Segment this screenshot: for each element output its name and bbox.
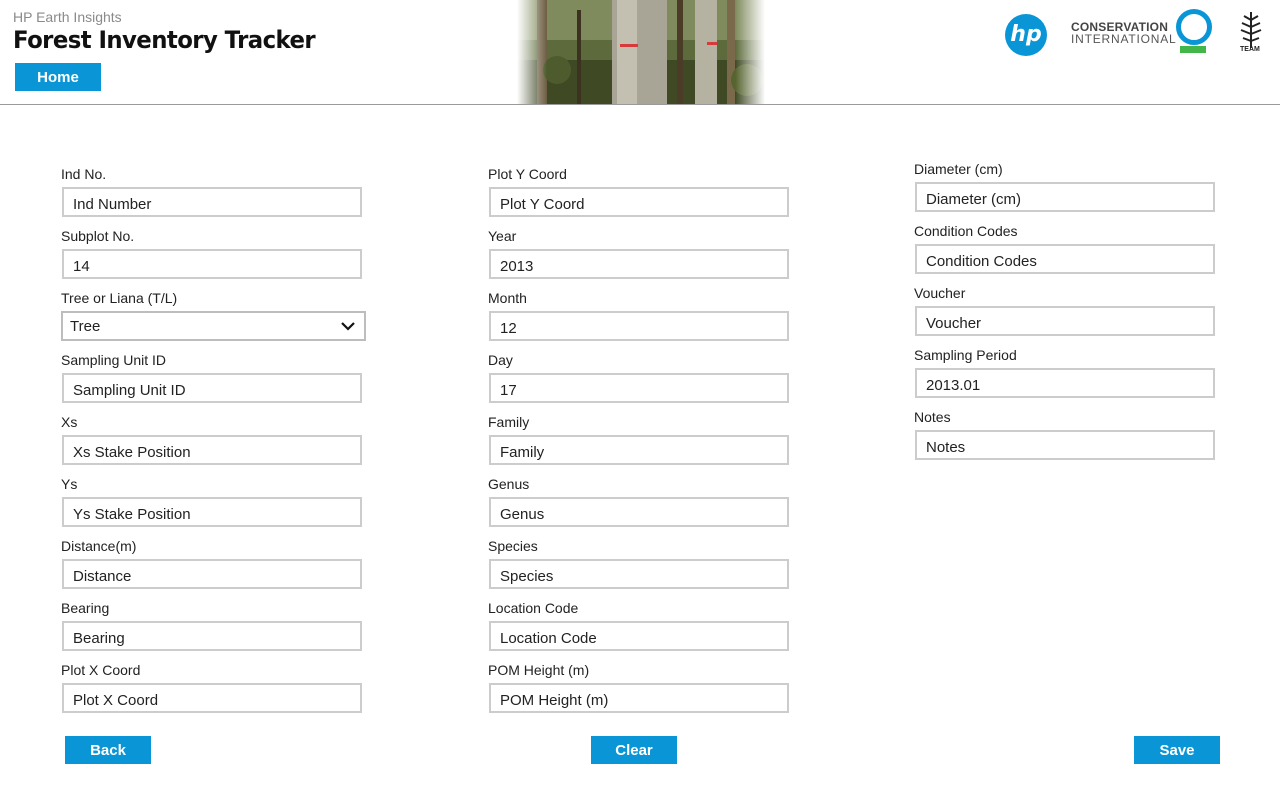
field-label: Plot X Coord bbox=[61, 662, 141, 678]
input-value: 2013 bbox=[500, 258, 534, 275]
input-value: Diameter (cm) bbox=[926, 191, 1022, 208]
text-input[interactable]: Location Code bbox=[489, 621, 789, 651]
field-label: POM Height (m) bbox=[488, 662, 590, 678]
app-header: HP Earth Insights Forest Inventory Track… bbox=[0, 0, 1280, 104]
input-value: 17 bbox=[500, 382, 517, 399]
field-label: Family bbox=[488, 414, 530, 430]
select-value: Tree bbox=[70, 318, 101, 335]
text-input[interactable]: Species bbox=[489, 559, 789, 589]
input-value: Distance bbox=[73, 568, 132, 585]
text-input[interactable]: 17 bbox=[489, 373, 789, 403]
text-input[interactable]: Diameter (cm) bbox=[915, 182, 1215, 212]
input-value: Bearing bbox=[73, 630, 125, 647]
field-label: Xs bbox=[61, 414, 78, 430]
text-input[interactable]: Family bbox=[489, 435, 789, 465]
input-value: Xs Stake Position bbox=[73, 444, 191, 461]
app-subtitle: HP Earth Insights bbox=[13, 9, 122, 25]
field-label: Genus bbox=[488, 476, 530, 492]
save-button[interactable]: Save bbox=[1134, 736, 1220, 764]
hp-logo-text: hp bbox=[1010, 22, 1042, 47]
text-input[interactable]: Ys Stake Position bbox=[62, 497, 362, 527]
field-label: Day bbox=[488, 352, 513, 368]
input-value: Sampling Unit ID bbox=[73, 382, 186, 399]
text-input[interactable]: 2013.01 bbox=[915, 368, 1215, 398]
input-value: Species bbox=[500, 568, 554, 585]
team-logo-text: TEAM bbox=[1240, 46, 1260, 53]
field-label: Ind No. bbox=[61, 166, 107, 182]
input-value: POM Height (m) bbox=[500, 692, 609, 709]
conservation-international-logo bbox=[1176, 9, 1212, 45]
text-input[interactable]: POM Height (m) bbox=[489, 683, 789, 713]
field-label: Condition Codes bbox=[914, 223, 1018, 239]
text-input[interactable]: Distance bbox=[62, 559, 362, 589]
text-input[interactable]: Notes bbox=[915, 430, 1215, 460]
field-label: Tree or Liana (T/L) bbox=[61, 290, 178, 306]
partner-name-line2: INTERNATIONAL bbox=[1071, 32, 1177, 46]
field-label: Ys bbox=[61, 476, 78, 492]
field-label: Subplot No. bbox=[61, 228, 135, 244]
text-input[interactable]: Genus bbox=[489, 497, 789, 527]
field-label: Notes bbox=[914, 409, 951, 425]
input-value: Plot X Coord bbox=[73, 692, 159, 709]
text-input[interactable]: Plot X Coord bbox=[62, 683, 362, 713]
header-divider bbox=[0, 104, 1280, 105]
field-label: Plot Y Coord bbox=[488, 166, 567, 182]
text-input[interactable]: 14 bbox=[62, 249, 362, 279]
input-value: Location Code bbox=[500, 630, 597, 647]
text-input[interactable]: Ind Number bbox=[62, 187, 362, 217]
hp-logo: hp bbox=[1005, 14, 1047, 56]
field-label: Bearing bbox=[61, 600, 110, 616]
input-value: Plot Y Coord bbox=[500, 196, 585, 213]
field-label: Location Code bbox=[488, 600, 579, 616]
field-label: Species bbox=[488, 538, 538, 554]
text-input[interactable]: Xs Stake Position bbox=[62, 435, 362, 465]
text-input[interactable]: Plot Y Coord bbox=[489, 187, 789, 217]
input-value: 2013.01 bbox=[926, 377, 981, 394]
forest-banner-image bbox=[517, 0, 765, 104]
field-label: Distance(m) bbox=[61, 538, 137, 554]
text-input[interactable]: Voucher bbox=[915, 306, 1215, 336]
input-value: 12 bbox=[500, 320, 517, 337]
page-title: Forest Inventory Tracker bbox=[13, 26, 316, 54]
input-value: Genus bbox=[500, 506, 545, 523]
text-input[interactable]: Sampling Unit ID bbox=[62, 373, 362, 403]
input-value: Ind Number bbox=[73, 196, 152, 213]
tree-or-liana-select[interactable]: Tree bbox=[61, 311, 366, 341]
input-value: Condition Codes bbox=[926, 253, 1037, 270]
text-input[interactable]: Condition Codes bbox=[915, 244, 1215, 274]
input-value: Ys Stake Position bbox=[73, 506, 191, 523]
text-input[interactable]: 12 bbox=[489, 311, 789, 341]
field-label: Month bbox=[488, 290, 527, 306]
input-value: Notes bbox=[926, 439, 966, 456]
input-value: Family bbox=[500, 444, 545, 461]
conservation-logo-bar bbox=[1180, 46, 1206, 53]
input-value: Voucher bbox=[926, 315, 982, 332]
clear-button[interactable]: Clear bbox=[591, 736, 677, 764]
text-input[interactable]: 2013 bbox=[489, 249, 789, 279]
home-button[interactable]: Home bbox=[15, 63, 101, 91]
input-value: 14 bbox=[73, 258, 90, 275]
field-label: Sampling Period bbox=[914, 347, 1017, 363]
field-label: Sampling Unit ID bbox=[61, 352, 167, 368]
field-label: Voucher bbox=[914, 285, 966, 301]
field-label: Diameter (cm) bbox=[914, 161, 1003, 177]
field-label: Year bbox=[488, 228, 517, 244]
text-input[interactable]: Bearing bbox=[62, 621, 362, 651]
back-button[interactable]: Back bbox=[65, 736, 151, 764]
chevron-down-icon bbox=[341, 322, 355, 331]
